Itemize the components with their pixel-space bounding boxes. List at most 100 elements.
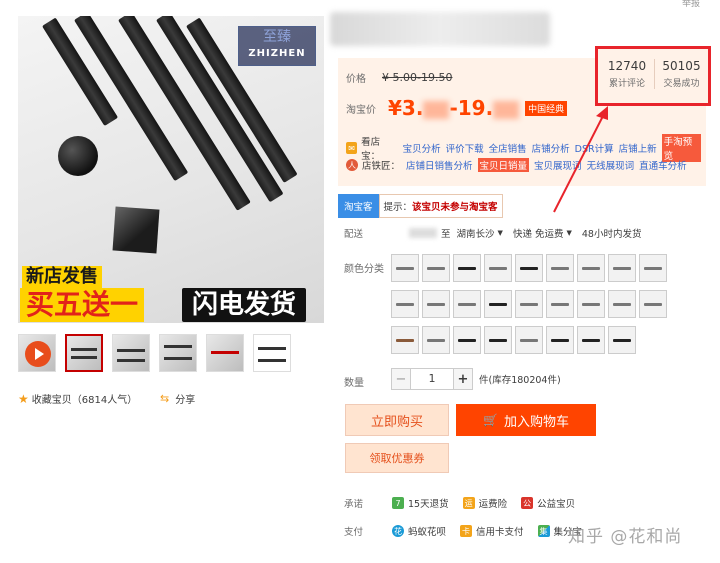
sku-swatch[interactable] <box>453 254 481 282</box>
sku-swatch[interactable] <box>453 290 481 318</box>
pay-huabei[interactable]: 花蚂蚁花呗 <box>392 524 446 538</box>
pay-credit-label: 信用卡支付 <box>476 527 524 538</box>
corner-text[interactable]: 举报 <box>682 0 700 9</box>
color-swatches <box>391 254 671 362</box>
price-blur-2 <box>493 100 520 119</box>
sku-swatch[interactable] <box>577 290 605 318</box>
orig-price-value: ¥ 5.00-19.50 <box>382 71 453 84</box>
payment-row: 支付 花蚂蚁花呗 卡信用卡支付 集集分宝 <box>344 524 596 538</box>
sku-swatch[interactable] <box>484 326 512 354</box>
brand-logo: 至臻 ZHIZHEN <box>238 26 316 66</box>
main-product-image[interactable]: 至臻 ZHIZHEN 新店发售 买五送一 闪电发货 <box>18 16 324 323</box>
sku-swatch[interactable] <box>453 326 481 354</box>
taobaoke-tag[interactable]: 淘宝客 <box>338 194 379 218</box>
sku-swatch[interactable] <box>577 326 605 354</box>
trade-stat[interactable]: 50105 交易成功 <box>654 59 708 89</box>
sku-swatch[interactable] <box>608 326 636 354</box>
coupon-row: 淘宝客 提示：该宝贝未参与淘宝客 <box>338 194 503 218</box>
jifenbao-icon: 集 <box>537 525 550 537</box>
color-label: 颜色分类 <box>344 264 384 275</box>
sku-swatch[interactable] <box>422 326 450 354</box>
svc-link-new-items[interactable]: 店铺上新 <box>619 141 657 155</box>
thumbnail-3[interactable] <box>159 334 197 372</box>
share-link[interactable]: 分享 <box>175 391 195 406</box>
shipping-destination[interactable]: 湖南长沙 <box>457 226 495 240</box>
svc-link-daily-store-sales[interactable]: 店铺日销售分析 <box>406 158 473 172</box>
pay-huabei-label: 蚂蚁花呗 <box>408 527 447 538</box>
sku-swatch[interactable] <box>391 326 419 354</box>
favorite-link[interactable]: 收藏宝贝（6814人气） <box>32 391 137 406</box>
sku-swatch[interactable] <box>391 290 419 318</box>
add-to-cart-label: 加入购物车 <box>503 414 569 430</box>
thumbnail-video[interactable] <box>18 334 56 372</box>
promo-new-store: 新店发售 <box>22 266 102 288</box>
svc-link-ztc-analysis[interactable]: 直通车分析 <box>639 158 687 172</box>
quantity-plus-button[interactable]: + <box>453 368 473 390</box>
shipping-row: 配送 至 湖南长沙 ▼ 快递 免运费 ▼ 48小时内发货 <box>344 226 641 240</box>
chevron-down-icon[interactable]: ▼ <box>498 229 503 237</box>
thumbnail-1[interactable] <box>65 334 103 372</box>
shipping-method[interactable]: 快递 免运费 <box>513 226 564 240</box>
hint-red: 该宝贝未参与淘宝客 <box>412 202 498 213</box>
review-label: 累计评论 <box>608 79 645 89</box>
sku-swatch[interactable] <box>515 326 543 354</box>
shipping-to: 至 <box>441 229 451 240</box>
shipping-label: 配送 <box>344 229 364 240</box>
promise-return-label: 15天退货 <box>408 499 449 510</box>
sku-swatch[interactable] <box>515 290 543 318</box>
sku-swatch[interactable] <box>546 290 574 318</box>
sku-swatch[interactable] <box>484 290 512 318</box>
square-knob <box>112 206 160 254</box>
sku-swatch[interactable] <box>608 290 636 318</box>
promise-return[interactable]: 7 15天退货 <box>392 496 449 510</box>
thumbnail-5[interactable] <box>253 334 291 372</box>
share-area[interactable]: ⇆ 分享 <box>160 391 195 406</box>
cart-icon: 🛒 <box>483 413 498 427</box>
sku-swatch[interactable] <box>608 254 636 282</box>
price-blur <box>423 100 450 119</box>
svc-link-store-sales[interactable]: 全店销售 <box>489 141 527 155</box>
sku-swatch[interactable] <box>546 254 574 282</box>
pay-credit[interactable]: 卡信用卡支付 <box>460 524 524 538</box>
quantity-minus-button[interactable]: − <box>391 368 411 390</box>
review-stat[interactable]: 12740 累计评论 <box>600 59 654 89</box>
round-knob <box>58 136 98 176</box>
review-count: 12740 <box>607 59 647 73</box>
tb-price-prefix: ¥3. <box>388 96 424 120</box>
thumbnail-4[interactable] <box>206 334 244 372</box>
svc-link-item-daily-sales[interactable]: 宝贝日销量 <box>477 158 530 172</box>
quantity-label: 数量 <box>344 378 364 389</box>
sku-swatch[interactable] <box>484 254 512 282</box>
sku-swatch[interactable] <box>422 290 450 318</box>
product-title-blurred <box>330 12 550 46</box>
sku-swatch[interactable] <box>422 254 450 282</box>
origin-blur <box>409 228 438 238</box>
thumbnail-2[interactable] <box>112 334 150 372</box>
buy-now-button[interactable]: 立即购买 <box>345 404 449 436</box>
thumbnail-strip <box>18 334 300 372</box>
play-icon <box>25 341 51 367</box>
svc-link-item-analysis[interactable]: 宝贝分析 <box>403 141 441 155</box>
quantity-input[interactable]: 1 <box>411 368 453 390</box>
share-icon: ⇆ <box>160 392 170 405</box>
sku-swatch[interactable] <box>577 254 605 282</box>
promise-freight[interactable]: 运运费险 <box>462 496 507 510</box>
get-coupon-button[interactable]: 领取优惠券 <box>345 443 449 473</box>
stats-highlight-box: 12740 累计评论 50105 交易成功 <box>595 46 711 106</box>
sku-swatch[interactable] <box>639 290 667 318</box>
sku-swatch[interactable] <box>639 254 667 282</box>
trade-count: 50105 <box>662 59 701 73</box>
sku-swatch[interactable] <box>546 326 574 354</box>
brand-cn: 至臻 <box>263 29 291 45</box>
promise-charity-label: 公益宝贝 <box>537 499 576 510</box>
promise-charity[interactable]: 公公益宝贝 <box>521 496 575 510</box>
svc-link-review-download[interactable]: 评价下载 <box>446 141 484 155</box>
sku-swatch[interactable] <box>391 254 419 282</box>
sku-swatch[interactable] <box>515 254 543 282</box>
annotation-arrow <box>553 106 608 213</box>
star-icon[interactable]: ★ <box>18 392 29 406</box>
add-to-cart-button[interactable]: 🛒 加入购物车 <box>456 404 596 436</box>
quantity-stepper: − 1 + 件(库存180204件) <box>391 368 561 390</box>
chevron-down-icon[interactable]: ▼ <box>566 229 571 237</box>
stock-text: 件(库存180204件) <box>479 375 561 386</box>
